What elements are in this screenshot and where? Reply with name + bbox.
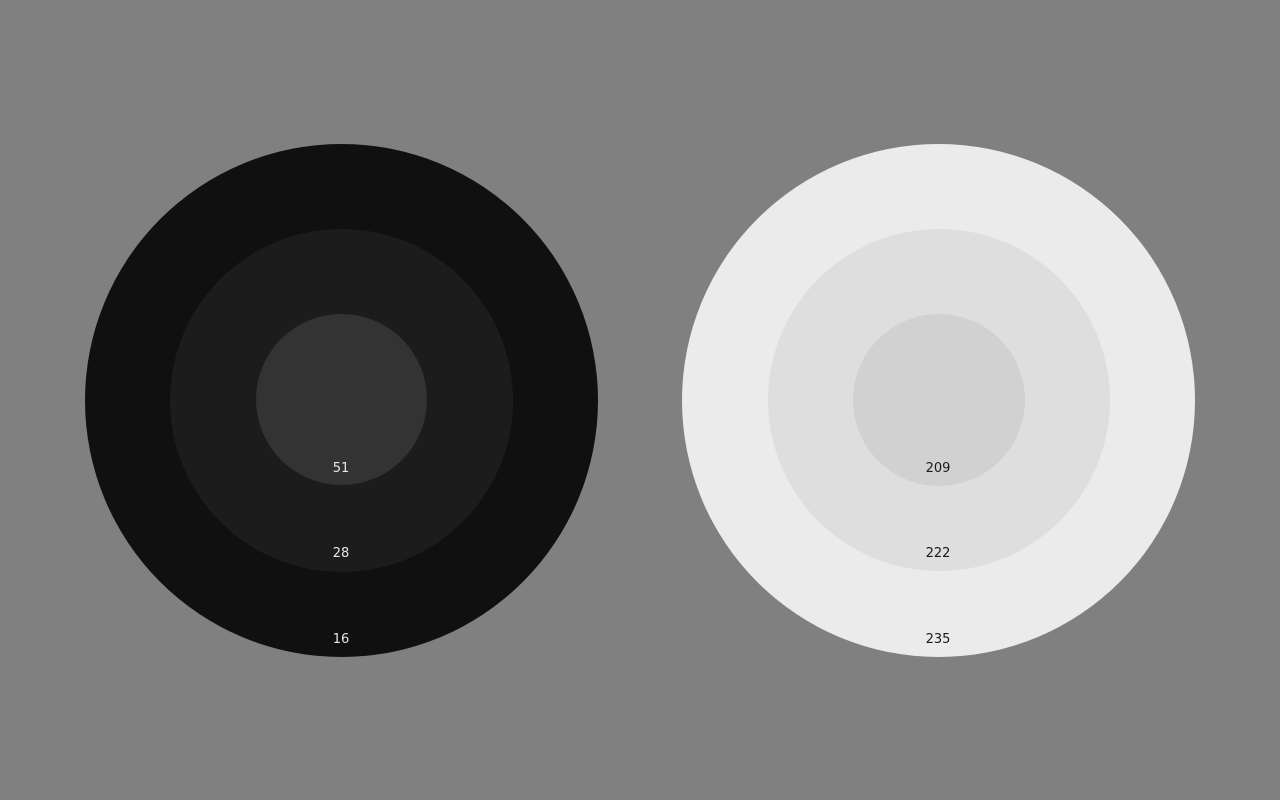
left-middle-value-label: 28 (332, 546, 350, 561)
left-inner-value-label: 51 (332, 461, 350, 476)
right-middle-value-label: 222 (925, 546, 951, 561)
left-inner-disc (256, 314, 427, 485)
right-inner-value-label: 209 (925, 461, 951, 476)
left-outer-value-label: 16 (332, 632, 350, 647)
canvas: 51 28 16 209 222 235 (0, 0, 1280, 800)
right-outer-value-label: 235 (925, 632, 951, 647)
